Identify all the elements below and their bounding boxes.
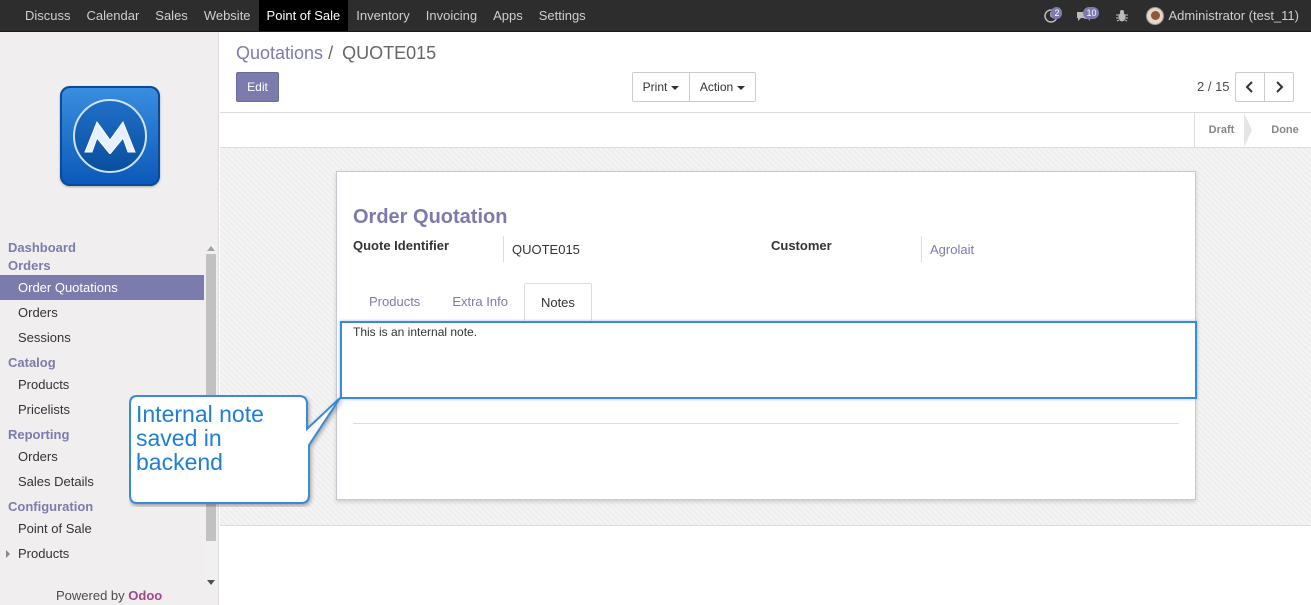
sidebar-section-orders: Orders bbox=[8, 258, 51, 273]
sidebar-item-label: Products bbox=[18, 546, 70, 561]
quote-identifier-value: QUOTE015 bbox=[503, 236, 703, 262]
pager-value[interactable]: 2 / 15 bbox=[1197, 79, 1230, 94]
tab-products[interactable]: Products bbox=[353, 283, 436, 321]
sidebar-item-order-quotations[interactable]: Order Quotations bbox=[0, 275, 204, 300]
debug-bug-icon[interactable] bbox=[1112, 6, 1132, 26]
breadcrumb-separator: / bbox=[328, 43, 334, 63]
callout-text: Internal note saved in backend bbox=[136, 401, 264, 475]
internal-note-field[interactable]: This is an internal note. bbox=[340, 321, 1197, 399]
caret-down-icon bbox=[737, 85, 746, 90]
chat-icon[interactable]: 10 bbox=[1076, 6, 1100, 26]
internal-note-text: This is an internal note. bbox=[353, 325, 478, 339]
menu-sales[interactable]: Sales bbox=[147, 0, 196, 31]
tab-notes[interactable]: Notes bbox=[523, 283, 592, 321]
form-title: Order Quotation bbox=[353, 206, 508, 228]
activity-badge: 2 bbox=[1051, 6, 1063, 19]
breadcrumb-quotations[interactable]: Quotations bbox=[236, 43, 323, 63]
form-tabs: Products Extra Info Notes bbox=[353, 283, 592, 321]
powered-by-brand[interactable]: Odoo bbox=[128, 588, 162, 603]
systray: 2 10 Administrator (test_11) bbox=[1038, 0, 1311, 31]
sidebar-section-catalog: Catalog bbox=[8, 355, 56, 370]
stage-chevron-icon bbox=[1244, 113, 1252, 147]
customer-value: Agrolait bbox=[921, 236, 1121, 262]
powered-by-text: Powered by bbox=[56, 588, 125, 603]
company-logo bbox=[60, 86, 160, 186]
sidebar-item-orders[interactable]: Orders bbox=[0, 300, 204, 325]
sidebar-item-config-pos[interactable]: Point of Sale bbox=[0, 516, 204, 541]
menu-apps[interactable]: Apps bbox=[485, 0, 531, 31]
action-dropdown[interactable]: Action bbox=[689, 72, 756, 102]
tab-extra-info[interactable]: Extra Info bbox=[436, 283, 524, 321]
breadcrumb: Quotations / QUOTE015 bbox=[236, 43, 436, 64]
activity-clock-icon[interactable]: 2 bbox=[1044, 6, 1064, 26]
user-avatar bbox=[1146, 6, 1165, 25]
menu-calendar[interactable]: Calendar bbox=[79, 0, 148, 31]
quote-identifier-label: Quote Identifier bbox=[353, 238, 450, 253]
top-navbar: Discuss Calendar Sales Website Point of … bbox=[0, 0, 1311, 32]
pager-previous-button[interactable] bbox=[1235, 72, 1265, 102]
chat-badge: 10 bbox=[1083, 6, 1100, 19]
sidebar-item-products[interactable]: Products bbox=[0, 372, 204, 397]
scroll-down-arrow-icon[interactable] bbox=[207, 580, 215, 585]
scroll-up-arrow-icon[interactable] bbox=[207, 246, 215, 251]
print-label: Print bbox=[642, 80, 668, 94]
print-dropdown[interactable]: Print bbox=[632, 72, 690, 102]
chevron-right-icon bbox=[1276, 81, 1284, 93]
stage-done[interactable]: Done bbox=[1260, 113, 1310, 147]
user-menu[interactable]: Administrator (test_11) bbox=[1146, 6, 1299, 25]
breadcrumb-current: QUOTE015 bbox=[342, 43, 437, 63]
powered-by: Powered by Odoo bbox=[56, 588, 162, 603]
control-panel: Quotations / QUOTE015 Edit Print Action … bbox=[220, 32, 1311, 113]
pager-next-button[interactable] bbox=[1264, 72, 1294, 102]
annotation-callout: Internal note saved in backend bbox=[129, 395, 341, 504]
customer-link[interactable]: Agrolait bbox=[930, 242, 974, 257]
sidebar-item-sessions[interactable]: Sessions bbox=[0, 325, 204, 350]
menu-inventory[interactable]: Inventory bbox=[348, 0, 417, 31]
chevron-left-icon bbox=[1245, 81, 1253, 93]
caret-down-icon bbox=[671, 85, 680, 90]
stage-draft[interactable]: Draft bbox=[1194, 113, 1248, 147]
customer-label: Customer bbox=[771, 238, 832, 253]
menu-point-of-sale[interactable]: Point of Sale bbox=[258, 0, 349, 31]
expand-triangle-icon bbox=[6, 550, 10, 558]
action-label: Action bbox=[699, 80, 734, 94]
menu-settings[interactable]: Settings bbox=[531, 0, 594, 31]
edit-button[interactable]: Edit bbox=[236, 72, 279, 102]
menu-discuss[interactable]: Discuss bbox=[17, 0, 79, 31]
sidebar-section-dashboard[interactable]: Dashboard bbox=[0, 239, 204, 257]
menu-invoicing[interactable]: Invoicing bbox=[418, 0, 485, 31]
sidebar: Dashboard Orders Order Quotations Orders… bbox=[0, 32, 219, 605]
status-bar: Draft Done bbox=[220, 113, 1311, 148]
app-menu: Discuss Calendar Sales Website Point of … bbox=[17, 0, 594, 31]
sidebar-item-config-products[interactable]: Products bbox=[0, 541, 204, 566]
user-name: Administrator (test_11) bbox=[1168, 8, 1299, 23]
notes-divider bbox=[353, 423, 1179, 424]
menu-website[interactable]: Website bbox=[196, 0, 259, 31]
